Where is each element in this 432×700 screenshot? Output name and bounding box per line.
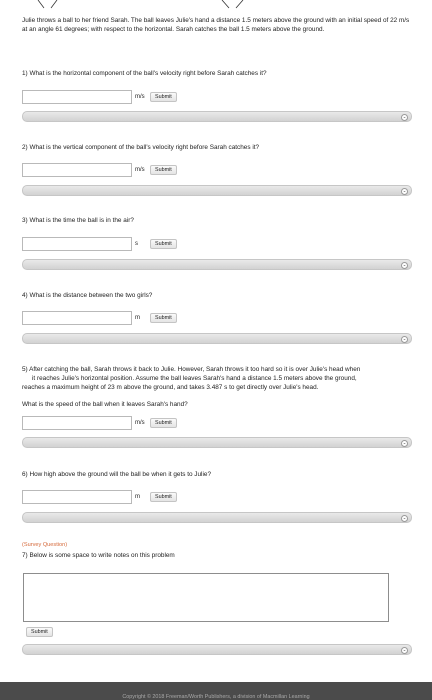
question-5-answer-row: m/s Submit <box>22 416 177 430</box>
notes-textarea[interactable] <box>23 573 389 622</box>
question-3-answer-row: s Submit <box>22 237 177 251</box>
chevron-down-icon[interactable]: ⌄ <box>401 335 408 343</box>
chevron-down-icon[interactable]: ⌄ <box>401 514 408 522</box>
chevron-down-icon[interactable]: ⌄ <box>401 439 408 447</box>
question-5-subprompt: What is the speed of the ball when it le… <box>22 401 188 408</box>
question-5-expander[interactable]: ⌄ <box>22 437 412 448</box>
question-5-submit-button[interactable]: Submit <box>150 418 177 428</box>
question-1-prompt: 1) What is the horizontal component of t… <box>22 70 267 77</box>
question-5-line-2: it reaches Julie's horizontal position. … <box>32 375 357 382</box>
chevron-down-icon[interactable]: ⌄ <box>401 261 408 269</box>
survey-question-tag: (Survey Question) <box>22 542 68 548</box>
question-3-submit-button[interactable]: Submit <box>150 239 177 249</box>
question-5-unit: m/s <box>135 420 145 426</box>
question-1-submit-button[interactable]: Submit <box>150 92 177 102</box>
question-6-expander[interactable]: ⌄ <box>22 512 412 523</box>
question-1-unit: m/s <box>135 94 145 100</box>
question-2-unit: m/s <box>135 167 145 173</box>
question-6-prompt: 6) How high above the ground will the ba… <box>22 471 211 478</box>
chevron-down-icon[interactable]: ⌄ <box>401 646 408 654</box>
question-3-prompt: 3) What is the time the ball is in the a… <box>22 217 134 224</box>
question-3-answer-input[interactable] <box>22 237 132 251</box>
question-7-expander[interactable]: ⌄ <box>22 644 412 655</box>
question-2-submit-button[interactable]: Submit <box>150 165 177 175</box>
question-6-answer-row: m Submit <box>22 490 177 504</box>
problem-statement: Julie throws a ball to her friend Sarah.… <box>22 17 410 33</box>
page-footer: Copyright © 2018 Freeman/Worth Publisher… <box>0 682 432 700</box>
question-5-line-3: reaches a maximum height of 23 m above t… <box>22 384 319 391</box>
diagram-fragment <box>37 0 244 9</box>
question-4-submit-button[interactable]: Submit <box>150 313 177 323</box>
question-1-answer-row: m/s Submit <box>22 90 177 104</box>
question-5-answer-input[interactable] <box>22 416 132 430</box>
question-3-unit: s <box>135 241 138 247</box>
question-2-prompt: 2) What is the vertical component of the… <box>22 144 260 151</box>
question-2-expander[interactable]: ⌄ <box>22 185 412 196</box>
question-4-answer-input[interactable] <box>22 311 132 325</box>
question-1-answer-input[interactable] <box>22 90 132 104</box>
question-4-expander[interactable]: ⌄ <box>22 333 412 344</box>
question-4-answer-row: m Submit <box>22 311 177 325</box>
question-2-answer-input[interactable] <box>22 163 132 177</box>
question-4-unit: m <box>135 315 140 321</box>
question-2-answer-row: m/s Submit <box>22 163 177 177</box>
question-5-prompt: 5) After catching the ball, Sarah throws… <box>22 365 417 392</box>
question-6-answer-input[interactable] <box>22 490 132 504</box>
question-5-line-1: 5) After catching the ball, Sarah throws… <box>22 366 361 373</box>
footer-copyright: Copyright © 2018 Freeman/Worth Publisher… <box>122 694 310 700</box>
question-1-expander[interactable]: ⌄ <box>22 111 412 122</box>
question-6-unit: m <box>135 494 140 500</box>
chevron-down-icon[interactable]: ⌄ <box>401 187 408 195</box>
question-6-submit-button[interactable]: Submit <box>150 492 177 502</box>
question-7-prompt: 7) Below is some space to write notes on… <box>22 552 175 559</box>
question-3-expander[interactable]: ⌄ <box>22 259 412 270</box>
notes-submit-button[interactable]: Submit <box>26 627 53 637</box>
chevron-down-icon[interactable]: ⌄ <box>401 113 408 121</box>
question-4-prompt: 4) What is the distance between the two … <box>22 292 153 299</box>
